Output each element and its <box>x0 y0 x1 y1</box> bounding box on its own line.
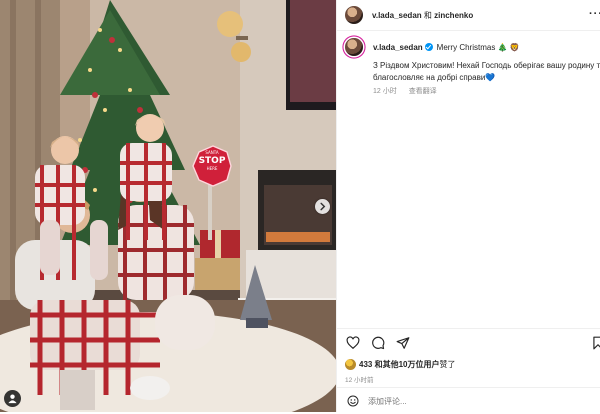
comment-input[interactable] <box>368 396 568 406</box>
caption-avatar[interactable] <box>345 38 363 56</box>
bookmark-icon[interactable] <box>591 336 600 350</box>
caption-line-1: З Різдвом Христовим! Нехай Господь обері… <box>373 61 600 70</box>
post-time[interactable]: 12 小时前 <box>345 374 374 384</box>
heart-icon[interactable] <box>346 336 360 350</box>
user-icon <box>8 394 17 404</box>
share-icon[interactable] <box>396 336 410 350</box>
sign-bottom-text: HERE <box>206 166 218 171</box>
sign-main-text: STOP <box>198 156 226 166</box>
likes-summary[interactable]: 433 和其他10万位用户 赞了 <box>345 359 455 370</box>
next-photo-button[interactable] <box>315 199 330 214</box>
family-christmas-photo <box>0 0 336 412</box>
post-details-panel: v.lada_sedan 和 zinchenko ··· v.lada_seda… <box>336 0 600 412</box>
coauthor-link[interactable]: zinchenko <box>434 11 473 20</box>
caption-body: З Різдвом Христовим! Нехай Господь обері… <box>373 60 600 84</box>
likes-suffix: 赞了 <box>439 360 456 369</box>
caption: v.lada_sedan Merry Christmas 🎄 🦁 З Різдв… <box>345 38 600 96</box>
author-names: v.lada_sedan 和 zinchenko <box>372 10 473 21</box>
caption-title: Merry Christmas 🎄 🦁 <box>436 42 520 52</box>
avatar[interactable] <box>345 6 363 24</box>
emoji-icon[interactable] <box>347 395 359 407</box>
comment-icon[interactable] <box>371 336 385 350</box>
comment-bar <box>337 387 600 414</box>
post-header: v.lada_sedan 和 zinchenko ··· <box>337 0 600 31</box>
author-link[interactable]: v.lada_sedan <box>372 11 422 20</box>
caption-line-2: благословляє на добрі справи💙 <box>373 73 496 82</box>
likes-count: 433 和其他10万位用户 <box>359 360 440 369</box>
santa-stop-sign: SANTA STOP HERE <box>193 150 231 172</box>
ellipsis-icon[interactable]: ··· <box>589 8 600 20</box>
caption-time: 12 小时 <box>373 88 397 95</box>
caption-username[interactable]: v.lada_sedan <box>373 42 433 52</box>
action-bar: 433 和其他10万位用户 赞了 12 小时前 <box>337 328 600 413</box>
caption-meta: 12 小时 查看翻译 <box>373 86 600 96</box>
liker-avatar <box>345 359 356 370</box>
tagged-users-button[interactable] <box>4 390 21 407</box>
post-photo[interactable]: SANTA STOP HERE <box>0 0 336 412</box>
translate-link[interactable]: 查看翻译 <box>409 88 437 95</box>
verified-badge-icon <box>424 42 433 51</box>
chevron-right-icon <box>320 202 326 211</box>
author-separator: 和 <box>423 10 432 20</box>
